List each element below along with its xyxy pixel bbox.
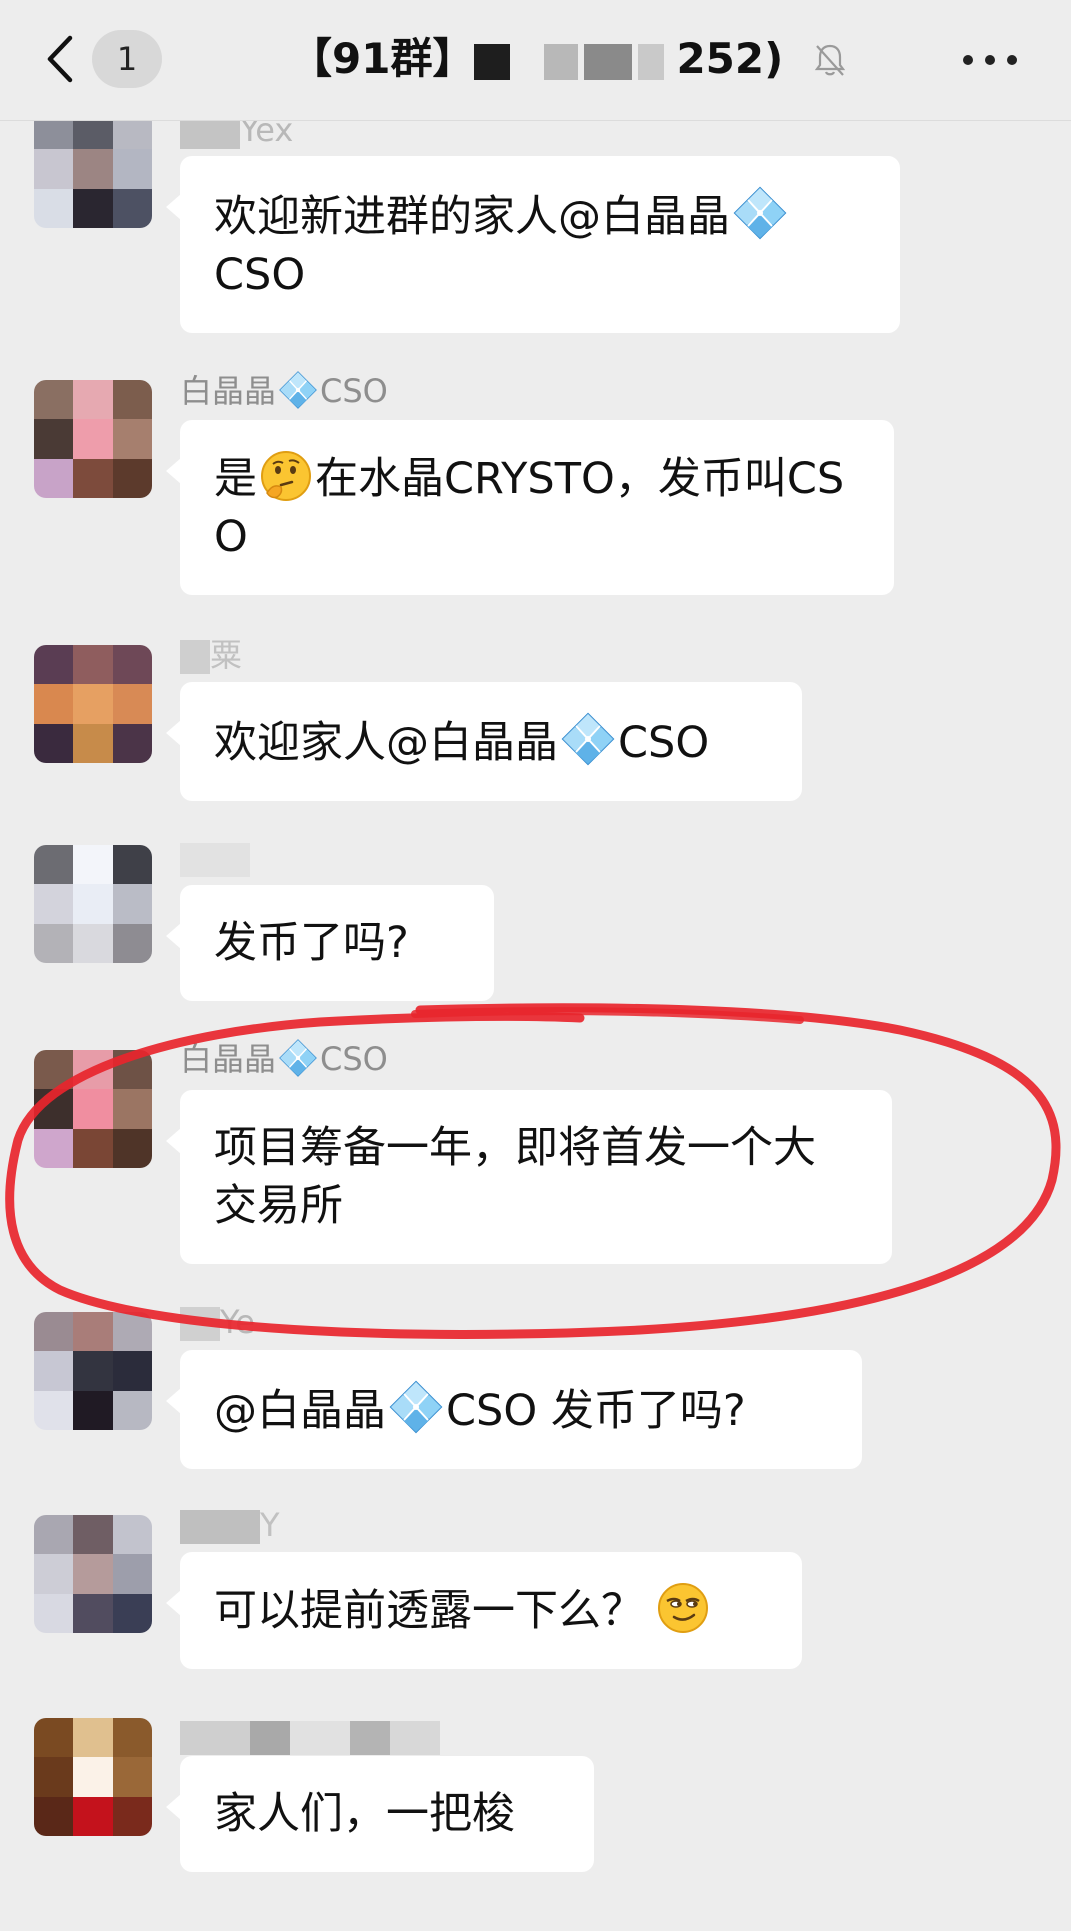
chevron-left-icon	[47, 35, 73, 83]
sender-name	[180, 838, 250, 878]
thinking-face-icon	[261, 451, 311, 501]
chat-title-prefix: 【91群】	[290, 34, 475, 83]
message-bubble[interactable]: 是 在水晶CRYSTO，发币叫CSO	[166, 420, 894, 595]
avatar[interactable]	[34, 645, 152, 763]
chat-header: 1 【91群】 252)	[0, 0, 1071, 121]
redacted-block	[180, 1510, 260, 1544]
unread-count-badge[interactable]: 1	[92, 30, 162, 88]
sender-name: 白晶晶 CSO	[180, 370, 388, 410]
message-bubble[interactable]: 发币了吗?	[166, 885, 494, 1001]
redacted-block	[180, 1307, 220, 1341]
message-bubble[interactable]: 可以提前透露一下么？	[166, 1552, 802, 1669]
avatar[interactable]	[34, 845, 152, 963]
sender-name: Y	[180, 1505, 280, 1545]
sender-name	[180, 1716, 440, 1756]
more-options-button[interactable]	[955, 30, 1025, 88]
message-bubble[interactable]: 欢迎家人@白晶晶 CSO	[166, 682, 802, 801]
avatar[interactable]	[34, 1312, 152, 1430]
crystal-icon	[560, 711, 616, 767]
message-bubble[interactable]: 项目筹备一年，即将首发一个大交易所	[166, 1090, 892, 1264]
avatar[interactable]	[34, 380, 152, 498]
chat-title-suffix: 252)	[676, 34, 784, 83]
avatar[interactable]	[34, 1515, 152, 1633]
more-dots-icon	[963, 55, 973, 65]
message-bubble[interactable]: 家人们，一把梭	[166, 1756, 594, 1872]
more-dots-icon	[1007, 55, 1017, 65]
redacted-block	[474, 43, 511, 80]
redacted-block	[390, 1721, 440, 1755]
message-bubble[interactable]: 欢迎新进群的家人@白晶晶 CSO	[166, 156, 900, 333]
back-button[interactable]	[40, 30, 80, 88]
redacted-block	[180, 1721, 250, 1755]
crystal-icon	[732, 185, 788, 241]
avatar[interactable]	[34, 110, 152, 228]
redacted-block	[250, 1721, 290, 1755]
smirk-face-icon	[658, 1583, 708, 1633]
sender-name: Ye	[180, 1302, 255, 1342]
redacted-block	[290, 1721, 350, 1755]
crystal-icon	[388, 1379, 444, 1435]
redacted-block	[638, 43, 665, 80]
redacted-block	[544, 43, 579, 80]
redacted-block	[350, 1721, 390, 1755]
sender-name: 粟	[180, 635, 242, 675]
crystal-icon	[278, 1038, 318, 1078]
chat-title: 【91群】 252)	[290, 30, 783, 88]
redacted-block	[180, 843, 250, 877]
crystal-icon	[278, 370, 318, 410]
avatar[interactable]	[34, 1050, 152, 1168]
message-bubble[interactable]: @白晶晶 CSO 发币了吗?	[166, 1350, 862, 1469]
more-dots-icon	[985, 55, 995, 65]
redacted-block	[584, 43, 633, 80]
bell-muted-icon	[814, 44, 846, 76]
redacted-block	[180, 640, 210, 674]
avatar[interactable]	[34, 1718, 152, 1836]
sender-name: 白晶晶 CSO	[180, 1038, 388, 1078]
